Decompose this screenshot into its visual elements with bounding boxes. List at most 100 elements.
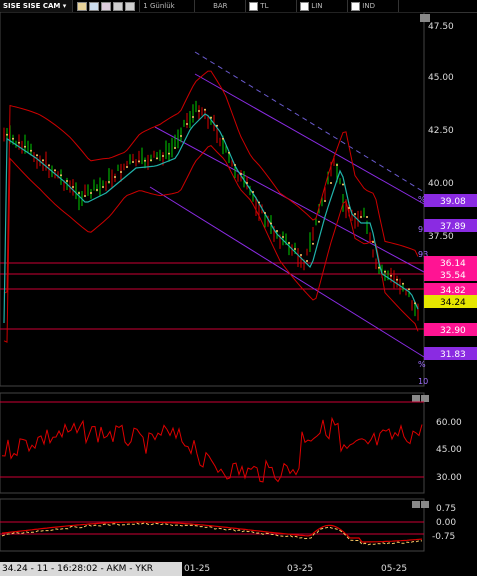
- price-chart[interactable]: % 91 93 % 10 47.50 45.00 42.50 40.00 37.…: [0, 12, 477, 562]
- signal-dot: [66, 180, 68, 182]
- signal-dot: [12, 137, 14, 140]
- signal-dot: [210, 116, 212, 119]
- signal-dot: [192, 116, 194, 118]
- signal-dot: [264, 212, 266, 214]
- macd-tick: -0.75: [432, 532, 455, 542]
- signal-dot: [336, 164, 338, 166]
- signal-dot: [24, 145, 26, 148]
- macd-tick: 0.00: [436, 518, 456, 528]
- signal-dot: [408, 288, 410, 291]
- price-level-box-label: 34.24: [440, 298, 466, 308]
- indicator-icon[interactable]: [101, 1, 112, 11]
- date-tick: 01-25: [184, 564, 211, 574]
- signal-dot: [6, 133, 8, 136]
- signal-dot: [378, 266, 380, 269]
- price-level-box-label: 36.14: [440, 259, 466, 269]
- panel-menu-button[interactable]: [412, 395, 420, 402]
- price-axis: 47.50 45.00 42.50 40.00 37.50: [428, 22, 454, 242]
- currency-label: TL: [260, 2, 269, 10]
- signal-dot: [402, 282, 404, 285]
- panel-menu-button[interactable]: [412, 501, 420, 508]
- main-panel: [0, 12, 425, 387]
- signal-dot: [240, 173, 242, 175]
- signal-dot: [216, 124, 218, 127]
- chart-type-selector[interactable]: BAR: [195, 0, 247, 12]
- signal-dot: [318, 220, 320, 223]
- alarm-icon[interactable]: [77, 1, 88, 11]
- signal-dot: [186, 123, 188, 125]
- signal-dot: [396, 278, 398, 281]
- forex-icon[interactable]: [89, 1, 100, 11]
- rsi-panel: [0, 392, 425, 494]
- signal-dot: [150, 159, 152, 162]
- price-level-box-label: 39.08: [440, 197, 466, 207]
- signal-dot: [300, 254, 302, 256]
- price-level-box: 35.54: [424, 268, 477, 281]
- signal-dot: [168, 152, 170, 155]
- rsi-tick: 60.00: [436, 418, 462, 428]
- panel-close-button[interactable]: [421, 501, 429, 508]
- signal-dot: [36, 154, 38, 157]
- price-level-box-label: 32.90: [440, 326, 466, 336]
- grid-icon[interactable]: [113, 1, 124, 11]
- symbol-selector[interactable]: SISE SISE CAM ▾: [0, 0, 74, 12]
- period-selector[interactable]: 1 Günlük: [140, 0, 196, 12]
- signal-dot: [366, 216, 368, 218]
- tool-buttons: [73, 0, 141, 12]
- signal-dot: [96, 189, 98, 191]
- macd-tick: 0.75: [436, 504, 456, 514]
- indicator-toggle[interactable]: IND: [348, 0, 400, 12]
- signal-dot: [138, 160, 140, 163]
- channel-label: 10: [418, 377, 428, 386]
- signal-dot: [174, 147, 176, 149]
- signal-dot: [42, 159, 44, 162]
- signal-dot: [348, 207, 350, 209]
- signal-dot: [258, 201, 260, 204]
- price-level-box-label: 37.89: [440, 222, 466, 232]
- panel-close-button[interactable]: [421, 395, 429, 402]
- signal-dot: [120, 171, 122, 173]
- signal-dot: [72, 186, 74, 188]
- signal-dot: [252, 191, 254, 193]
- signal-dot: [372, 241, 374, 243]
- signal-dot: [162, 155, 164, 157]
- panel-menu-button[interactable]: [420, 14, 430, 22]
- signal-dot: [324, 200, 326, 202]
- price-level-box-label: 35.54: [440, 271, 466, 281]
- signal-dot: [294, 248, 296, 250]
- signal-dot: [54, 169, 56, 172]
- signal-dot: [204, 108, 206, 111]
- signal-dot: [312, 242, 314, 245]
- signal-dot: [90, 192, 92, 194]
- checkbox-icon: [249, 1, 259, 11]
- price-tick: 37.50: [428, 232, 454, 242]
- signal-dot: [114, 176, 116, 178]
- signal-dot: [18, 141, 20, 144]
- currency-toggle[interactable]: TL: [246, 0, 298, 12]
- chart-type-label: BAR: [213, 2, 228, 10]
- symbol-label: SISE SISE CAM: [3, 2, 61, 10]
- date-tick: 05-25: [381, 564, 408, 574]
- signal-dot: [222, 137, 224, 140]
- signal-dot: [78, 192, 80, 194]
- price-tick: 45.00: [428, 73, 454, 83]
- scale-toggle[interactable]: LIN: [297, 0, 349, 12]
- compare-icon[interactable]: [125, 1, 136, 11]
- signal-dot: [126, 166, 128, 168]
- signal-dot: [102, 186, 104, 188]
- chevron-down-icon: ▾: [60, 2, 67, 10]
- price-level-box: 36.14: [424, 256, 477, 269]
- signal-dot: [306, 260, 308, 262]
- signal-dot: [60, 174, 62, 177]
- signal-dot: [360, 216, 362, 218]
- signal-dot: [276, 230, 278, 232]
- signal-dot: [84, 195, 86, 197]
- price-tick: 42.50: [428, 126, 454, 136]
- status-text: 34.24 - 11 - 16:28:02 - AKM - YKR: [2, 564, 153, 574]
- price-level-boxes: 39.08 37.89 36.14 35.54 34.82 34.24 32.90 31.83: [424, 194, 477, 360]
- signal-dot: [144, 159, 146, 162]
- signal-dot: [234, 164, 236, 166]
- signal-dot: [354, 213, 356, 215]
- signal-dot: [132, 161, 134, 163]
- checkbox-icon: [351, 1, 361, 11]
